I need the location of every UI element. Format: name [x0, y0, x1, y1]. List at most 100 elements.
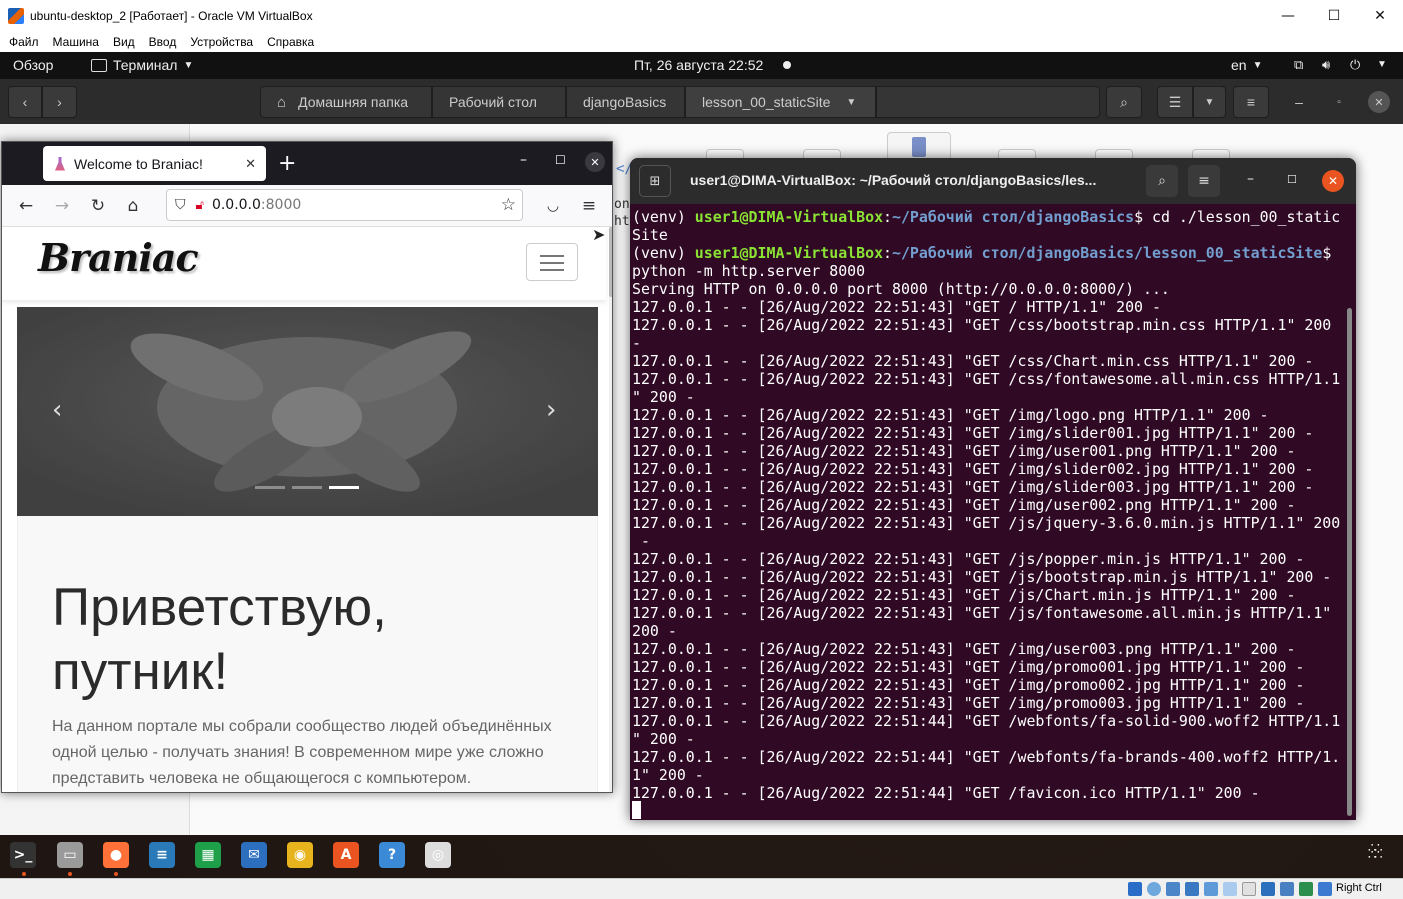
network-icon[interactable]: ⧉	[1294, 57, 1303, 73]
menu-devices[interactable]: Устройства	[190, 35, 253, 49]
hdd-icon[interactable]	[1128, 882, 1142, 896]
keyboard-layout-label: en	[1231, 57, 1247, 73]
clock[interactable]: Пт, 26 августа 22:52	[634, 57, 763, 73]
firefox-icon[interactable]: ●	[103, 842, 129, 868]
prompt-user: user1@DIMA-VirtualBox	[694, 244, 884, 262]
close-icon[interactable]: ✕	[1368, 91, 1390, 113]
new-tab-icon[interactable]: ⊞	[639, 165, 671, 197]
breadcrumb-desktop[interactable]: Рабочий стол	[432, 86, 566, 118]
vbox-minimize-button[interactable]: —	[1265, 0, 1311, 32]
tab-title: Welcome to Braniac!	[74, 155, 203, 172]
site-brand[interactable]: Braniac	[38, 235, 199, 280]
hamburger-menu-icon[interactable]: ≡	[1188, 165, 1220, 197]
scrollbar-thumb[interactable]	[609, 227, 612, 297]
mouse-cursor-icon: ➤	[592, 225, 606, 244]
back-arrow-icon[interactable]: ←	[13, 193, 39, 219]
writer-icon[interactable]: ≡	[149, 842, 175, 868]
breadcrumb-label: lesson_00_staticSite	[702, 94, 831, 110]
app-menu-label: Терминал	[113, 57, 178, 73]
audio-icon[interactable]	[1166, 882, 1180, 896]
files-icon[interactable]: ▭	[57, 842, 83, 868]
search-icon[interactable]: ⌕	[1146, 165, 1178, 197]
list-view-icon[interactable]: ☰	[1157, 86, 1193, 118]
terminal-icon[interactable]: >_	[10, 842, 36, 868]
breadcrumb-label: djangoBasics	[583, 94, 667, 110]
pocket-icon[interactable]: ◡	[540, 193, 566, 219]
menu-file[interactable]: Файл	[9, 35, 39, 49]
log-line: 1" 200 -	[632, 766, 704, 784]
breadcrumb-djangobasics[interactable]: djangoBasics	[566, 86, 685, 118]
system-menu-chevron-icon[interactable]: ▼	[1377, 59, 1387, 70]
thunderbird-icon[interactable]: ✉	[241, 842, 267, 868]
minimize-icon[interactable]: –	[1247, 171, 1254, 187]
hamburger-menu-icon[interactable]: ≡	[576, 193, 602, 219]
keyboard-layout-indicator[interactable]: en ▼	[1231, 57, 1262, 73]
rhythmbox-icon[interactable]: ◉	[287, 842, 313, 868]
vbox-maximize-button[interactable]: ☐	[1311, 0, 1357, 32]
log-line: 127.0.0.1 - - [26/Aug/2022 22:51:43] "GE…	[632, 478, 1314, 496]
close-icon[interactable]: ✕	[585, 152, 605, 172]
prompt-command: $	[1322, 244, 1332, 262]
browser-tab[interactable]: Welcome to Braniac! ✕	[43, 146, 266, 181]
breadcrumb-lesson00[interactable]: lesson_00_staticSite ▼	[685, 86, 876, 118]
usb-icon[interactable]	[1204, 882, 1218, 896]
menu-machine[interactable]: Машина	[53, 35, 99, 49]
vtx-icon[interactable]	[1299, 882, 1313, 896]
carousel-prev-icon[interactable]: ‹	[52, 395, 62, 425]
reload-icon[interactable]: ↻	[85, 193, 111, 219]
calc-icon[interactable]: ▦	[195, 842, 221, 868]
log-line: 127.0.0.1 - - [26/Aug/2022 22:51:43] "GE…	[632, 694, 1305, 712]
home-icon[interactable]: ⌂	[120, 193, 146, 219]
cpu-icon[interactable]	[1280, 882, 1294, 896]
navbar-toggler-icon[interactable]	[526, 243, 578, 281]
url-bar[interactable]: ⛉ 🔓︎ 0.0.0.0 :8000 ☆	[166, 189, 523, 221]
carousel-indicator[interactable]	[255, 486, 285, 489]
search-icon[interactable]: ⌕	[1106, 86, 1142, 118]
hamburger-menu-icon[interactable]: ≡	[1233, 86, 1269, 118]
carousel-indicator-active[interactable]	[329, 486, 359, 489]
carousel-indicator[interactable]	[292, 486, 322, 489]
vbox-close-button[interactable]: ✕	[1357, 0, 1403, 32]
carousel-next-icon[interactable]: ›	[546, 395, 556, 425]
breadcrumb-label: Рабочий стол	[449, 94, 537, 110]
menu-help[interactable]: Справка	[267, 35, 314, 49]
terminal-cursor	[632, 801, 641, 819]
view-options-chevron-icon[interactable]: ▼	[1193, 86, 1226, 118]
display-icon[interactable]	[1242, 882, 1256, 896]
menu-view[interactable]: Вид	[113, 35, 135, 49]
shared-folders-icon[interactable]	[1223, 882, 1237, 896]
log-line: 127.0.0.1 - - [26/Aug/2022 22:51:44] "GE…	[632, 748, 1341, 766]
menu-input[interactable]: Ввод	[149, 35, 177, 49]
help-icon[interactable]: ?	[379, 842, 405, 868]
scrollbar-track[interactable]	[609, 227, 612, 792]
breadcrumb-home[interactable]: ⌂ Домашняя папка	[260, 86, 432, 118]
prompt-command: $ cd ./lesson_00_static	[1134, 208, 1341, 226]
show-applications-icon[interactable]: ∴∴ ∴∴	[1368, 842, 1388, 862]
forward-arrow-icon[interactable]: →	[49, 193, 75, 219]
minimize-icon[interactable]: –	[1288, 86, 1310, 118]
app-menu[interactable]: Терминал ▼	[91, 57, 193, 73]
software-icon[interactable]: A	[333, 842, 359, 868]
power-icon[interactable]: ⏻	[1350, 57, 1360, 73]
activities-button[interactable]: Обзор	[13, 57, 53, 73]
new-tab-icon[interactable]: +	[278, 151, 296, 176]
bookmark-star-icon[interactable]: ☆	[501, 195, 516, 215]
prompt-wrap: python -m http.server 8000	[632, 262, 866, 280]
maximize-icon[interactable]: ☐	[1287, 173, 1297, 186]
close-tab-icon[interactable]: ✕	[245, 156, 256, 172]
minimize-icon[interactable]: –	[520, 152, 527, 168]
dvd-icon[interactable]: ◎	[425, 842, 451, 868]
recording-icon[interactable]	[1261, 882, 1275, 896]
volume-icon[interactable]: 🔊︎	[1322, 57, 1330, 73]
network-icon[interactable]	[1185, 882, 1199, 896]
maximize-icon[interactable]: ▫	[1328, 86, 1350, 118]
mouse-integration-icon[interactable]	[1318, 882, 1332, 896]
terminal-scrollbar[interactable]	[1347, 308, 1352, 816]
forward-icon[interactable]: ›	[42, 86, 77, 118]
back-icon[interactable]: ‹	[8, 86, 42, 118]
close-icon[interactable]: ✕	[1322, 170, 1344, 192]
terminal-output[interactable]: (venv) user1@DIMA-VirtualBox:~/Рабочий с…	[632, 208, 1348, 820]
log-line: 127.0.0.1 - - [26/Aug/2022 22:51:43] "GE…	[632, 676, 1305, 694]
maximize-icon[interactable]: ☐	[555, 153, 566, 167]
optical-drive-icon[interactable]	[1147, 882, 1161, 896]
